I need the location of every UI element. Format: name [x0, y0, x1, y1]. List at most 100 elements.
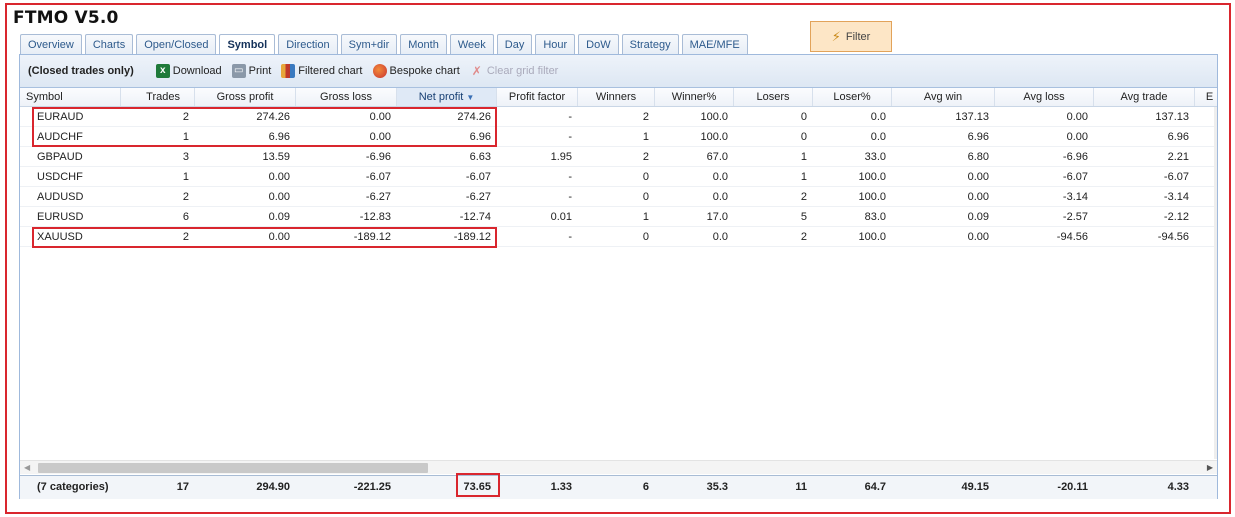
cell-losers: 5 — [800, 211, 807, 223]
cell-net-profit: -12.74 — [459, 211, 491, 223]
cell-loser-pct: 33.0 — [864, 151, 886, 163]
column-header-avg-loss[interactable]: Avg loss — [995, 88, 1094, 106]
cell-avg-trade: 6.96 — [1167, 131, 1189, 143]
column-header-winners[interactable]: Winners — [578, 88, 655, 106]
cell-gross-profit: 0.00 — [268, 191, 290, 203]
clear-grid-filter-button[interactable]: ✗ Clear grid filter — [470, 64, 559, 78]
total-net-profit: 73.65 — [463, 481, 491, 493]
table-row[interactable]: EURUSD 6 0.09 -12.83 -12.74 0.01 1 17.0 5 83.0 0.0… — [20, 207, 1217, 227]
cell-avg-win: 0.00 — [967, 171, 989, 183]
tab-bar: Overview Charts Open/Closed Symbol Direction… — [20, 34, 748, 56]
symbol-grid-panel: (Closed trades only) x Download ▭ Print … — [19, 54, 1218, 499]
horizontal-scrollbar[interactable]: ◀ ▶ — [20, 460, 1217, 474]
total-profit-factor: 1.33 — [550, 481, 572, 493]
tab-overview[interactable]: Overview — [20, 34, 82, 55]
totals-row: (7 categories) 17 294.90 -221.25 73.65 1.33 6 3… — [20, 476, 1217, 499]
clear-filter-icon: ✗ — [471, 64, 482, 78]
cell-gross-profit: 13.59 — [262, 151, 290, 163]
cell-winner-pct: 67.0 — [706, 151, 728, 163]
tab-week[interactable]: Week — [449, 34, 494, 55]
bespoke-chart-label: Bespoke chart — [389, 65, 460, 77]
tab-charts[interactable]: Charts — [84, 34, 134, 55]
column-header-gross-profit[interactable]: Gross profit — [195, 88, 296, 106]
cell-profit-factor: - — [568, 191, 572, 203]
total-avg-loss: -20.11 — [1057, 481, 1088, 493]
total-trades: 17 — [176, 481, 189, 493]
cell-symbol: USDCHF — [37, 171, 83, 183]
tab-sym-dir[interactable]: Sym+dir — [340, 34, 398, 55]
tab-strategy[interactable]: Strategy — [621, 34, 679, 55]
cell-winners: 1 — [642, 211, 649, 223]
tab-month[interactable]: Month — [400, 34, 447, 55]
table-row[interactable]: USDCHF 1 0.00 -6.07 -6.07 - 0 0.0 1 100.0 0.00 -6.0… — [20, 167, 1217, 187]
total-avg-win: 49.15 — [961, 481, 989, 493]
closed-trades-only-label: (Closed trades only) — [28, 65, 134, 77]
download-button[interactable]: x Download — [155, 64, 222, 78]
tab-mae-mfe[interactable]: MAE/MFE — [681, 34, 748, 55]
table-row[interactable]: XAUUSD 2 0.00 -189.12 -189.12 - 0 0.0 2 100.0 0.00… — [20, 227, 1217, 247]
cell-avg-loss: -3.14 — [1062, 191, 1088, 203]
cell-avg-trade: 2.21 — [1167, 151, 1189, 163]
column-header-trades[interactable]: Trades — [121, 88, 195, 106]
cell-avg-loss: 0.00 — [1066, 131, 1088, 143]
column-header-symbol[interactable]: Symbol — [20, 88, 121, 106]
grid-toolbar: (Closed trades only) x Download ▭ Print … — [20, 55, 1217, 88]
table-row[interactable]: AUDCHF 1 6.96 0.00 6.96 - 1 100.0 0 0.0 6.96 0.00 6.… — [20, 127, 1217, 147]
cell-winners: 0 — [642, 171, 649, 183]
total-loser-pct: 64.7 — [864, 481, 886, 493]
column-header-net-profit[interactable]: Net profit ▼ — [397, 88, 497, 106]
cell-profit-factor: 1.95 — [550, 151, 572, 163]
cell-loser-pct: 0.0 — [870, 131, 886, 143]
cell-avg-win: 6.96 — [967, 131, 989, 143]
table-row[interactable]: EURAUD 2 274.26 0.00 274.26 - 2 100.0 0 0.0 137.13… — [20, 107, 1217, 127]
bespoke-chart-button[interactable]: Bespoke chart — [372, 64, 460, 78]
cell-symbol: EURAUD — [37, 111, 84, 123]
table-row[interactable]: GBPAUD 3 13.59 -6.96 6.63 1.95 2 67.0 1 33.0 6.80 -… — [20, 147, 1217, 167]
scroll-right-arrow-icon[interactable]: ▶ — [1207, 461, 1213, 475]
tab-dow[interactable]: DoW — [578, 34, 619, 55]
column-header-avg-win[interactable]: Avg win — [892, 88, 995, 106]
tab-symbol[interactable]: Symbol — [219, 34, 276, 56]
column-header-profit-factor[interactable]: Profit factor — [497, 88, 578, 106]
cell-gross-profit: 274.26 — [256, 111, 290, 123]
column-header-loser-pct[interactable]: Loser% — [813, 88, 892, 106]
grid-header: Symbol Trades Gross profit Gross loss Net pr… — [20, 88, 1217, 107]
filter-button[interactable]: ⚡ Filter — [810, 21, 892, 52]
cell-losers: 0 — [800, 131, 807, 143]
cell-profit-factor: - — [568, 131, 572, 143]
cell-gross-loss: 0.00 — [369, 111, 391, 123]
grid-totals-footer: (7 categories) 17 294.90 -221.25 73.65 1.33 6 3… — [20, 475, 1217, 499]
download-label: Download — [172, 65, 222, 77]
column-header-losers[interactable]: Losers — [734, 88, 813, 106]
column-header-winner-pct[interactable]: Winner% — [655, 88, 734, 106]
column-header-label: Winners — [595, 91, 637, 103]
column-header-gross-loss[interactable]: Gross loss — [296, 88, 397, 106]
print-label: Print — [248, 65, 272, 77]
table-row[interactable]: AUDUSD 2 0.00 -6.27 -6.27 - 0 0.0 2 100.0 0.00 -3.1… — [20, 187, 1217, 207]
column-header-more[interactable]: E — [1195, 88, 1217, 106]
total-avg-trade: 4.33 — [1167, 481, 1189, 493]
column-header-avg-trade[interactable]: Avg trade — [1094, 88, 1195, 106]
tab-day[interactable]: Day — [496, 34, 533, 55]
cell-avg-loss: -6.96 — [1062, 151, 1088, 163]
cell-gross-loss: -6.27 — [365, 191, 391, 203]
horizontal-scroll-thumb[interactable] — [38, 463, 428, 473]
cell-avg-trade: -3.14 — [1163, 191, 1189, 203]
tab-open-closed[interactable]: Open/Closed — [136, 34, 217, 55]
scroll-left-arrow-icon[interactable]: ◀ — [24, 461, 30, 475]
print-button[interactable]: ▭ Print — [231, 64, 272, 78]
filtered-chart-button[interactable]: Filtered chart — [281, 64, 363, 78]
column-header-label: Gross profit — [216, 91, 274, 103]
cell-avg-trade: -2.12 — [1163, 211, 1189, 223]
cell-net-profit: -6.07 — [465, 171, 491, 183]
cell-gross-loss: -12.83 — [359, 211, 391, 223]
tab-hour[interactable]: Hour — [535, 34, 576, 55]
cell-loser-pct: 100.0 — [858, 231, 886, 243]
tab-direction[interactable]: Direction — [278, 34, 338, 55]
header-row: Symbol Trades Gross profit Gross loss Net pr… — [20, 88, 1217, 106]
vertical-scrollbar[interactable] — [1214, 107, 1217, 459]
column-header-label: Trades — [146, 91, 180, 103]
cell-profit-factor: 0.01 — [550, 211, 572, 223]
cell-gross-profit: 0.00 — [268, 231, 290, 243]
column-header-label: Loser% — [833, 91, 871, 103]
